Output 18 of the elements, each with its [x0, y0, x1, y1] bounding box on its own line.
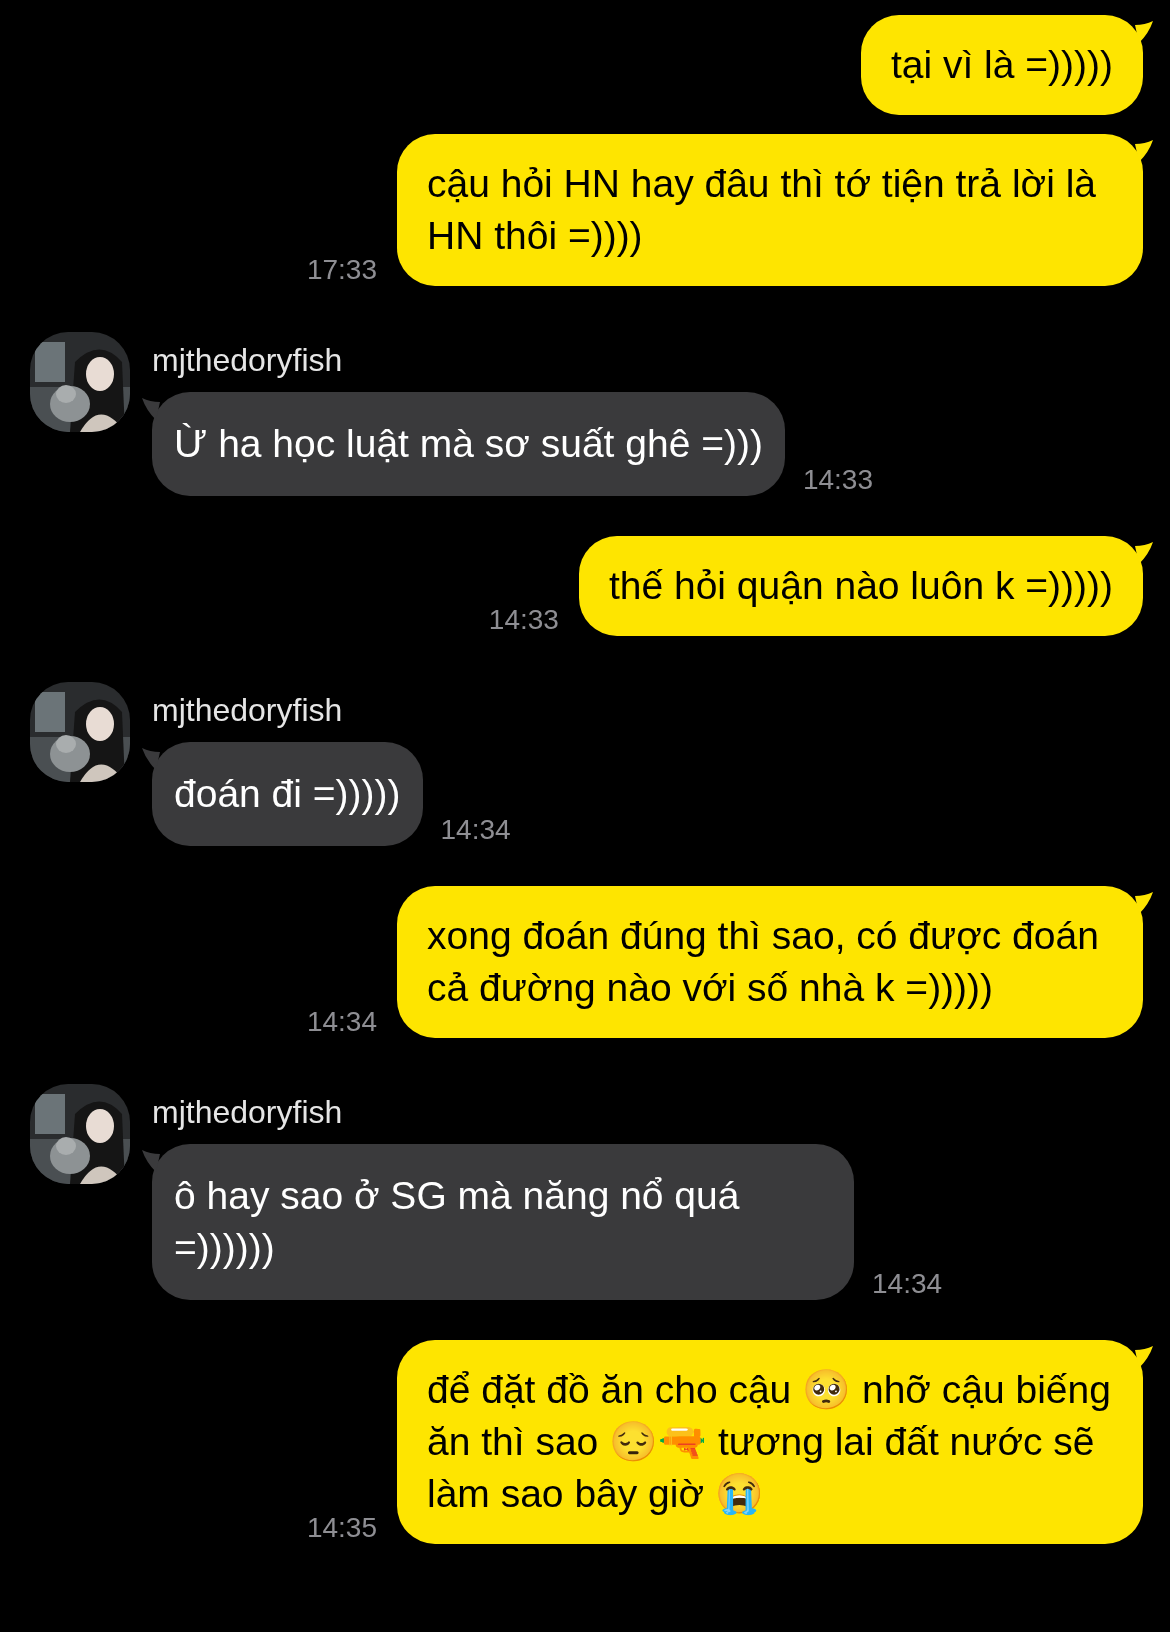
message-time: 14:33 [802, 466, 873, 494]
bubble-tail [142, 1150, 160, 1172]
message-time: 14:34 [440, 816, 511, 844]
bubble-tail [142, 398, 160, 420]
message-time: 14:33 [488, 606, 559, 634]
bubble-tail [1135, 892, 1153, 914]
bubble-tail [1135, 542, 1153, 564]
bubble-tail [1135, 140, 1153, 162]
bubble-tail [142, 748, 160, 770]
bubble-tail [1135, 21, 1153, 43]
message-time: 14:34 [306, 1008, 377, 1036]
message-time: 17:33 [306, 256, 377, 284]
sender-name: mjthedoryfish [152, 341, 344, 380]
bubble-tail [1135, 1346, 1153, 1368]
message-time: 14:34 [872, 1270, 943, 1298]
sender-name: mjthedoryfish [152, 1093, 344, 1132]
sender-name: mjthedoryfish [152, 691, 344, 730]
message-time: 14:35 [306, 1514, 377, 1542]
